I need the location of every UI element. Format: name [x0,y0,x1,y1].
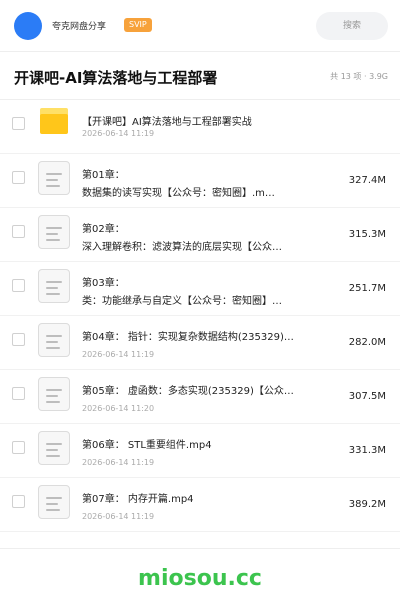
share-header: 夸克网盘分享 SVIP 搜索 [0,0,400,52]
file-row[interactable]: 第05章： 虚函数：多态实现(235329)【公众… 2026-06-14 11… [0,370,400,424]
file-size: 331.3M [348,445,386,456]
file-size: 307.5M [348,391,386,402]
file-date: 2026-06-14 11:19 [82,512,155,521]
file-row[interactable]: 第03章： 类：功能继承与自定义【公众号：密知圈】… 251.7M [0,262,400,316]
row-checkbox[interactable] [12,279,25,292]
document-icon [38,161,70,195]
file-name-line2: 数据集的读写实现【公众号：密知圈】.m… [82,188,275,199]
file-row[interactable]: 第07章： 内存开篇.mp4 2026-06-14 11:19 389.2M [0,478,400,532]
document-icon [38,377,70,411]
item-count: 共 13 项 · 3.9G [330,72,388,81]
row-checkbox[interactable] [12,441,25,454]
document-icon [38,485,70,519]
search-input[interactable]: 搜索 [316,12,388,40]
file-name-line2: 类：功能继承与自定义【公众号：密知圈】… [82,296,282,307]
row-checkbox[interactable] [12,117,25,130]
file-date: 2026-06-14 11:19 [82,129,155,138]
watermark-text: miosou.cc [138,566,262,591]
page-title: 开课吧-AI算法落地与工程部署 [14,69,218,87]
file-size: 327.4M [348,175,386,186]
file-size: 315.3M [348,229,386,240]
file-name-line1: 第01章： [82,170,125,181]
file-name: 第06章： STL重要组件.mp4 [82,440,212,451]
file-name-line1: 第03章： [82,278,125,289]
file-row[interactable]: 第04章： 指针：实现复杂数据结构(235329)… 2026-06-14 11… [0,316,400,370]
search-placeholder: 搜索 [342,21,361,31]
folder-icon [40,108,68,134]
file-name: 第04章： 指针：实现复杂数据结构(235329)… [82,332,294,343]
file-name: 第05章： 虚函数：多态实现(235329)【公众… [82,386,294,397]
file-name: 第07章： 内存开篇.mp4 [82,494,194,505]
row-checkbox[interactable] [12,387,25,400]
row-checkbox[interactable] [12,171,25,184]
file-row[interactable]: 第06章： STL重要组件.mp4 2026-06-14 11:19 331.3… [0,424,400,478]
file-size: 389.2M [348,499,386,510]
document-icon [38,215,70,249]
row-checkbox[interactable] [12,495,25,508]
file-name-line2: 深入理解卷积：滤波算法的底层实现【公众… [82,242,282,253]
title-bar: 开课吧-AI算法落地与工程部署 共 13 项 · 3.9G [0,52,400,100]
document-icon [38,269,70,303]
file-row[interactable]: 第02章： 深入理解卷积：滤波算法的底层实现【公众… 315.3M [0,208,400,262]
svip-badge: SVIP [124,18,152,32]
document-icon [38,431,70,465]
share-label: 夸克网盘分享 [52,22,107,32]
file-name-line1: 第02章： [82,224,125,235]
file-list: 【开课吧】AI算法落地与工程部署实战 2026-06-14 11:19 第01章… [0,100,400,532]
file-size: 251.7M [348,283,386,294]
footer-divider [0,548,400,549]
file-size: 282.0M [348,337,386,348]
row-checkbox[interactable] [12,225,25,238]
row-checkbox[interactable] [12,333,25,346]
file-name: 【开课吧】AI算法落地与工程部署实战 [82,117,252,128]
avatar[interactable] [14,12,42,40]
file-date: 2026-06-14 11:19 [82,350,155,359]
file-date: 2026-06-14 11:19 [82,458,155,467]
file-date: 2026-06-14 11:20 [82,404,155,413]
file-row[interactable]: 第01章： 数据集的读写实现【公众号：密知圈】.m… 327.4M [0,154,400,208]
document-icon [38,323,70,357]
file-row[interactable]: 【开课吧】AI算法落地与工程部署实战 2026-06-14 11:19 [0,100,400,154]
